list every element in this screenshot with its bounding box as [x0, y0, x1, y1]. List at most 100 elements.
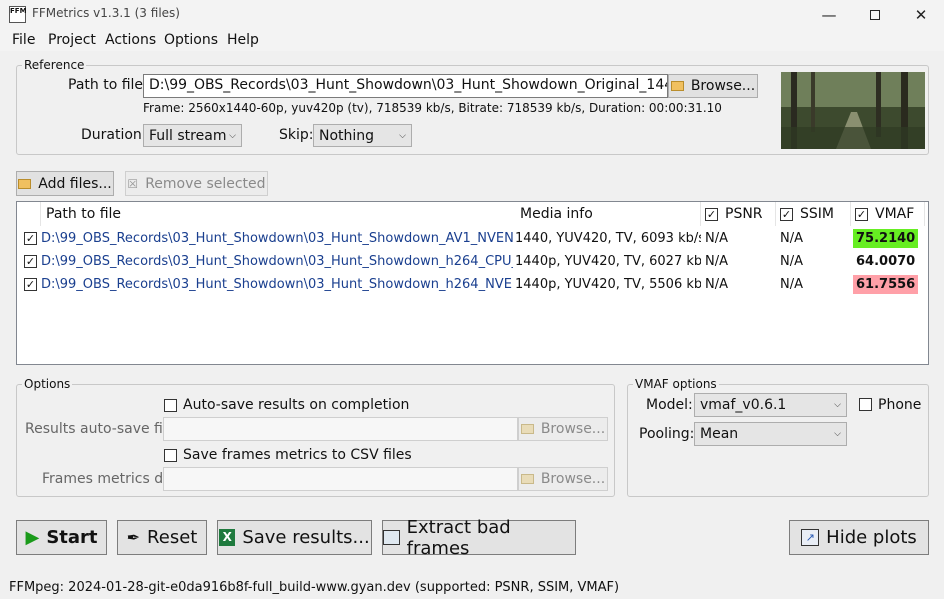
status-text: FFMpeg: 2024-01-28-git-e0da916b8f-full_b… [9, 580, 620, 595]
phone-checkbox[interactable] [859, 398, 872, 411]
row-psnr: N/A [705, 254, 728, 269]
save-results-label: Save results... [242, 527, 370, 548]
psnr-label: PSNR [725, 206, 763, 222]
row-psnr: N/A [705, 277, 728, 292]
chevron-down-icon: ⌵ [834, 429, 841, 439]
reference-browse-button[interactable]: Browse... [668, 74, 758, 98]
column-header-check[interactable] [17, 202, 41, 226]
results-browse-label: Browse... [540, 421, 606, 437]
phone-label: Phone [878, 397, 922, 413]
remove-icon: ☒ [127, 176, 139, 191]
folder-icon [520, 474, 534, 484]
excel-icon: X [219, 529, 236, 546]
reference-group-title: Reference [22, 58, 87, 72]
reference-thumbnail [781, 72, 925, 149]
row-checkbox[interactable]: ✓ [24, 278, 37, 291]
chevron-down-icon: ⌵ [834, 400, 841, 410]
pooling-value: Mean [700, 426, 739, 442]
row-vmaf: 61.7556 [853, 275, 919, 294]
app-icon: FFM [9, 6, 27, 23]
column-header-psnr[interactable]: ✓ PSNR [701, 202, 776, 226]
frames-dir-label: Frames metrics dir: [42, 471, 178, 487]
column-header-ssim[interactable]: ✓ SSIM [776, 202, 851, 226]
model-select[interactable]: vmaf_v0.6.1 ⌵ [694, 393, 847, 417]
vmaf-checkbox[interactable]: ✓ [855, 207, 868, 221]
row-checkbox[interactable]: ✓ [24, 232, 37, 245]
model-value: vmaf_v0.6.1 [700, 397, 787, 413]
table-row[interactable]: ✓ D:\99_OBS_Records\03_Hunt_Showdown\03_… [17, 227, 928, 250]
folder-icon [520, 424, 534, 434]
skip-label: Skip: [279, 127, 314, 143]
menu-help[interactable]: Help [227, 32, 259, 48]
remove-selected-label: Remove selected [145, 175, 266, 192]
hide-plots-label: Hide plots [826, 527, 917, 548]
reference-path-label: Path to file: [68, 77, 148, 93]
chart-icon: ↗ [801, 529, 820, 546]
hide-plots-button[interactable]: ↗ Hide plots [789, 520, 929, 555]
pooling-label: Pooling: [639, 426, 695, 442]
skip-value: Nothing [319, 127, 375, 144]
chevron-down-icon: ⌵ [399, 130, 406, 141]
extract-label: Extract bad frames [406, 516, 511, 559]
add-files-button[interactable]: Add files... [16, 171, 114, 196]
broom-icon: ✒ [126, 528, 141, 547]
file-list[interactable]: Path to file Media info ✓ PSNR ✓ SSIM ✓ … [16, 201, 929, 365]
menu-options[interactable]: Options [164, 32, 218, 48]
results-browse-button[interactable]: Browse... [518, 417, 608, 441]
column-header-vmaf[interactable]: ✓ VMAF [851, 202, 925, 226]
skip-select[interactable]: Nothing ⌵ [313, 124, 412, 147]
row-media-info: 1440p, YUV420, TV, 6027 kb/s [515, 254, 701, 269]
folder-icon [18, 178, 32, 189]
row-ssim: N/A [780, 254, 803, 269]
menu-file[interactable]: File [12, 32, 35, 48]
duration-select[interactable]: Full stream ⌵ [143, 124, 242, 147]
row-checkbox[interactable]: ✓ [24, 255, 37, 268]
image-icon [383, 530, 400, 545]
reference-path-input[interactable]: D:\99_OBS_Records\03_Hunt_Showdown\03_Hu… [143, 74, 668, 98]
folder-icon [670, 81, 684, 91]
row-path: D:\99_OBS_Records\03_Hunt_Showdown\03_Hu… [41, 231, 513, 246]
ssim-checkbox[interactable]: ✓ [780, 207, 793, 221]
close-icon[interactable]: ✕ [898, 0, 944, 29]
column-header-media[interactable]: Media info [515, 202, 701, 226]
save-results-button[interactable]: X Save results... [217, 520, 372, 555]
autosave-label: Auto-save results on completion [183, 397, 410, 413]
remove-selected-button[interactable]: ☒ Remove selected [125, 171, 268, 196]
row-psnr: N/A [705, 231, 728, 246]
add-files-label: Add files... [38, 175, 112, 192]
reset-label: Reset [147, 527, 198, 548]
frames-dir-input[interactable] [163, 467, 518, 491]
row-ssim: N/A [780, 231, 803, 246]
table-row[interactable]: ✓ D:\99_OBS_Records\03_Hunt_Showdown\03_… [17, 273, 928, 296]
duration-value: Full stream [149, 127, 227, 144]
extract-bad-frames-button[interactable]: Extract bad frames [382, 517, 576, 559]
reference-browse-label: Browse... [690, 78, 756, 94]
start-label: Start [46, 527, 98, 548]
vmaf-label: VMAF [875, 206, 915, 222]
row-media-info: 1440, YUV420, TV, 6093 kb/s [515, 231, 701, 246]
column-header-path[interactable]: Path to file [41, 202, 531, 226]
frames-browse-label: Browse... [540, 471, 606, 487]
duration-label: Duration: [81, 127, 147, 143]
model-label: Model: [646, 397, 693, 413]
reference-frame-info: Frame: 2560x1440-60p, yuv420p (tv), 7185… [143, 101, 722, 115]
reset-button[interactable]: ✒ Reset [117, 520, 207, 555]
window-title: FFMetrics v1.3.1 (3 files) [32, 6, 180, 20]
menu-project[interactable]: Project [48, 32, 96, 48]
minimize-icon[interactable]: — [806, 0, 852, 29]
row-media-info: 1440p, YUV420, TV, 5506 kb/s [515, 277, 701, 292]
maximize-icon[interactable] [852, 0, 898, 29]
autosave-checkbox[interactable] [164, 399, 177, 412]
row-path: D:\99_OBS_Records\03_Hunt_Showdown\03_Hu… [41, 277, 513, 292]
menu-actions[interactable]: Actions [105, 32, 156, 48]
chevron-down-icon: ⌵ [229, 130, 236, 141]
pooling-select[interactable]: Mean ⌵ [694, 422, 847, 446]
psnr-checkbox[interactable]: ✓ [705, 207, 718, 221]
row-vmaf: 64.0070 [853, 252, 919, 271]
results-file-input[interactable] [163, 417, 518, 441]
table-row[interactable]: ✓ D:\99_OBS_Records\03_Hunt_Showdown\03_… [17, 250, 928, 273]
frames-browse-button[interactable]: Browse... [518, 467, 608, 491]
options-group-title: Options [22, 377, 73, 391]
start-button[interactable]: ▶ Start [16, 520, 107, 555]
save-frames-checkbox[interactable] [164, 449, 177, 462]
